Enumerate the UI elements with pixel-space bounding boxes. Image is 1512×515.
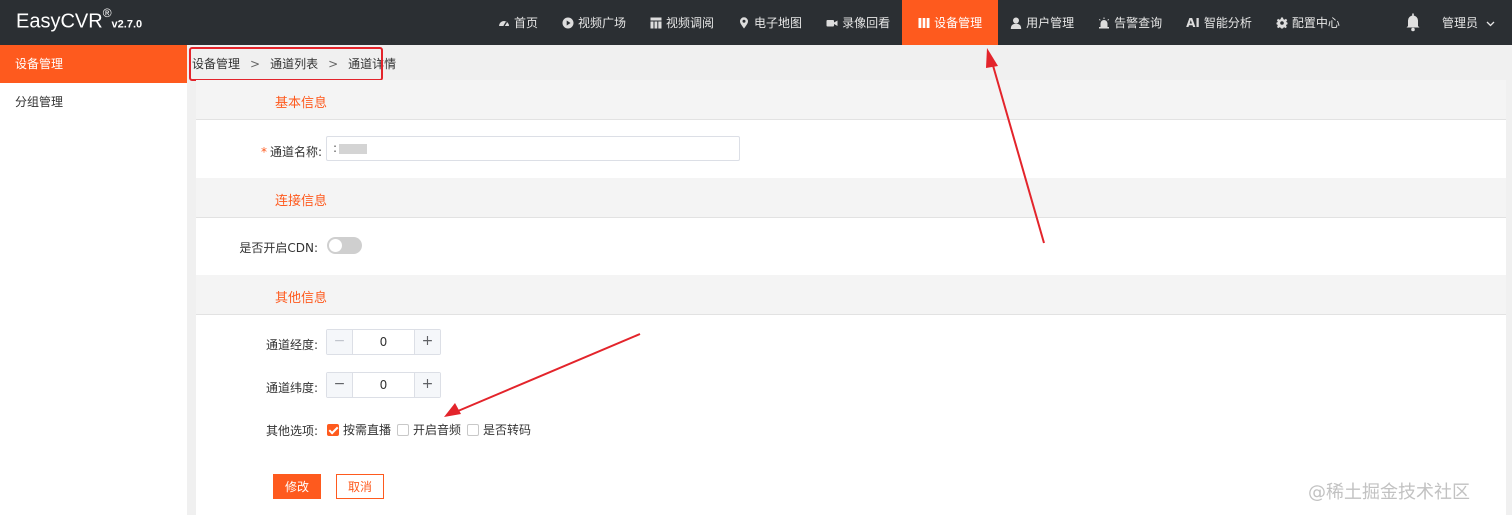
ai-icon: AI (1186, 15, 1200, 30)
grid-layout-icon (650, 17, 662, 28)
section-title-other: 其他信息 (275, 291, 328, 306)
nav-item-playback[interactable]: 录像回看 (814, 0, 902, 45)
nav-label: 用户管理 (1026, 16, 1075, 30)
app-version: v2.7.0 (111, 18, 143, 31)
nav-item-alarm-query[interactable]: 告警查询 (1086, 0, 1174, 45)
nav-label: 首页 (514, 16, 539, 30)
section-header-basic: 基本信息 (196, 80, 1506, 120)
cdn-label: 是否开启CDN: (239, 241, 318, 255)
option-label: 是否转码 (483, 423, 532, 437)
checkbox[interactable] (397, 423, 410, 436)
latitude-label: 通道纬度: (265, 381, 318, 395)
option-transcode[interactable]: 是否转码 (467, 421, 531, 438)
top-navigation-bar: EasyCVR®v2.7.0 首页 视频广场 视频调阅 电子地图 录像回看 设备… (0, 0, 1512, 45)
option-label: 开启音频 (413, 423, 462, 437)
play-circle-icon (562, 17, 574, 28)
nav-label: 录像回看 (842, 16, 891, 30)
nav-item-video-square[interactable]: 视频广场 (550, 0, 638, 45)
nav-item-map[interactable]: 电子地图 (726, 0, 814, 45)
nav-item-user-management[interactable]: 用户管理 (998, 0, 1086, 45)
sidebar-item-device-management[interactable]: 设备管理 (0, 45, 187, 83)
checkbox[interactable] (467, 423, 480, 436)
section-title-connection: 连接信息 (275, 194, 328, 209)
section-header-connection: 连接信息 (196, 178, 1506, 218)
main-nav: 首页 视频广场 视频调阅 电子地图 录像回看 设备管理 用户管理 告警查询 AI… (486, 0, 1352, 45)
channel-name-input[interactable]: : (326, 136, 740, 161)
nav-item-home[interactable]: 首页 (486, 0, 550, 45)
nav-label: 视频调阅 (666, 16, 715, 30)
latitude-decrement-button[interactable]: − (327, 373, 353, 397)
required-mark: * (260, 145, 267, 159)
longitude-decrement-button[interactable]: − (327, 330, 353, 354)
gear-icon (1276, 17, 1288, 28)
annotation-box (189, 47, 383, 81)
watermark: @稀土掘金技术社区 (1308, 482, 1470, 503)
chevron-down-icon (1486, 21, 1495, 27)
channel-name-value: : (333, 141, 338, 155)
submit-button[interactable]: 修改 (273, 474, 321, 499)
channel-name-label-text: 通道名称: (269, 145, 322, 159)
user-menu[interactable]: 管理员 (1442, 14, 1495, 31)
latitude-increment-button[interactable]: + (414, 373, 440, 397)
device-columns-icon (918, 17, 930, 28)
video-camera-icon (826, 19, 838, 26)
options-checkbox-group: 按需直播 开启音频 是否转码 (327, 421, 537, 438)
nav-label: 告警查询 (1114, 16, 1163, 30)
app-logo[interactable]: EasyCVR®v2.7.0 (16, 6, 143, 34)
nav-item-video-review[interactable]: 视频调阅 (638, 0, 726, 45)
longitude-stepper[interactable]: − 0 + (326, 329, 441, 355)
redacted-text (339, 143, 368, 154)
sidebar: 设备管理 分组管理 (0, 45, 187, 515)
cancel-button[interactable]: 取消 (336, 474, 384, 499)
toggle-knob (329, 239, 342, 252)
channel-detail-form: 基本信息 * 通道名称: : 连接信息 是否开启CDN: 其他信息 通道经度: −… (196, 80, 1506, 515)
cdn-toggle[interactable] (327, 237, 362, 254)
section-header-other: 其他信息 (196, 275, 1506, 315)
section-title-basic: 基本信息 (275, 96, 328, 111)
checkbox-checked[interactable] (327, 423, 339, 436)
sidebar-item-group-management[interactable]: 分组管理 (0, 83, 187, 121)
nav-label: 视频广场 (578, 16, 627, 30)
option-enable-audio[interactable]: 开启音频 (397, 421, 461, 438)
user-name: 管理员 (1442, 16, 1479, 30)
nav-item-config-center[interactable]: 配置中心 (1264, 0, 1352, 45)
nav-label: 电子地图 (754, 16, 803, 30)
longitude-label: 通道经度: (265, 338, 318, 352)
channel-name-label: * 通道名称: (196, 143, 322, 160)
latitude-value[interactable]: 0 (353, 373, 414, 397)
options-label: 其他选项: (265, 424, 318, 438)
registered-mark: ® (102, 6, 112, 20)
longitude-increment-button[interactable]: + (414, 330, 440, 354)
dashboard-icon (499, 20, 509, 26)
map-pin-icon (740, 16, 749, 28)
nav-label: 智能分析 (1203, 16, 1252, 30)
option-on-demand-live[interactable]: 按需直播 (327, 421, 391, 438)
bell-icon[interactable] (1404, 12, 1422, 32)
option-label: 按需直播 (343, 423, 392, 437)
brand-name: EasyCVR (16, 10, 103, 33)
nav-label: 设备管理 (934, 16, 983, 30)
user-icon (1010, 17, 1022, 29)
latitude-stepper[interactable]: − 0 + (326, 372, 441, 398)
alarm-icon (1099, 17, 1110, 28)
nav-item-device-management[interactable]: 设备管理 (902, 0, 999, 45)
nav-item-smart-analysis[interactable]: AI 智能分析 (1174, 0, 1264, 45)
longitude-value[interactable]: 0 (353, 330, 414, 354)
nav-label: 配置中心 (1291, 16, 1340, 30)
